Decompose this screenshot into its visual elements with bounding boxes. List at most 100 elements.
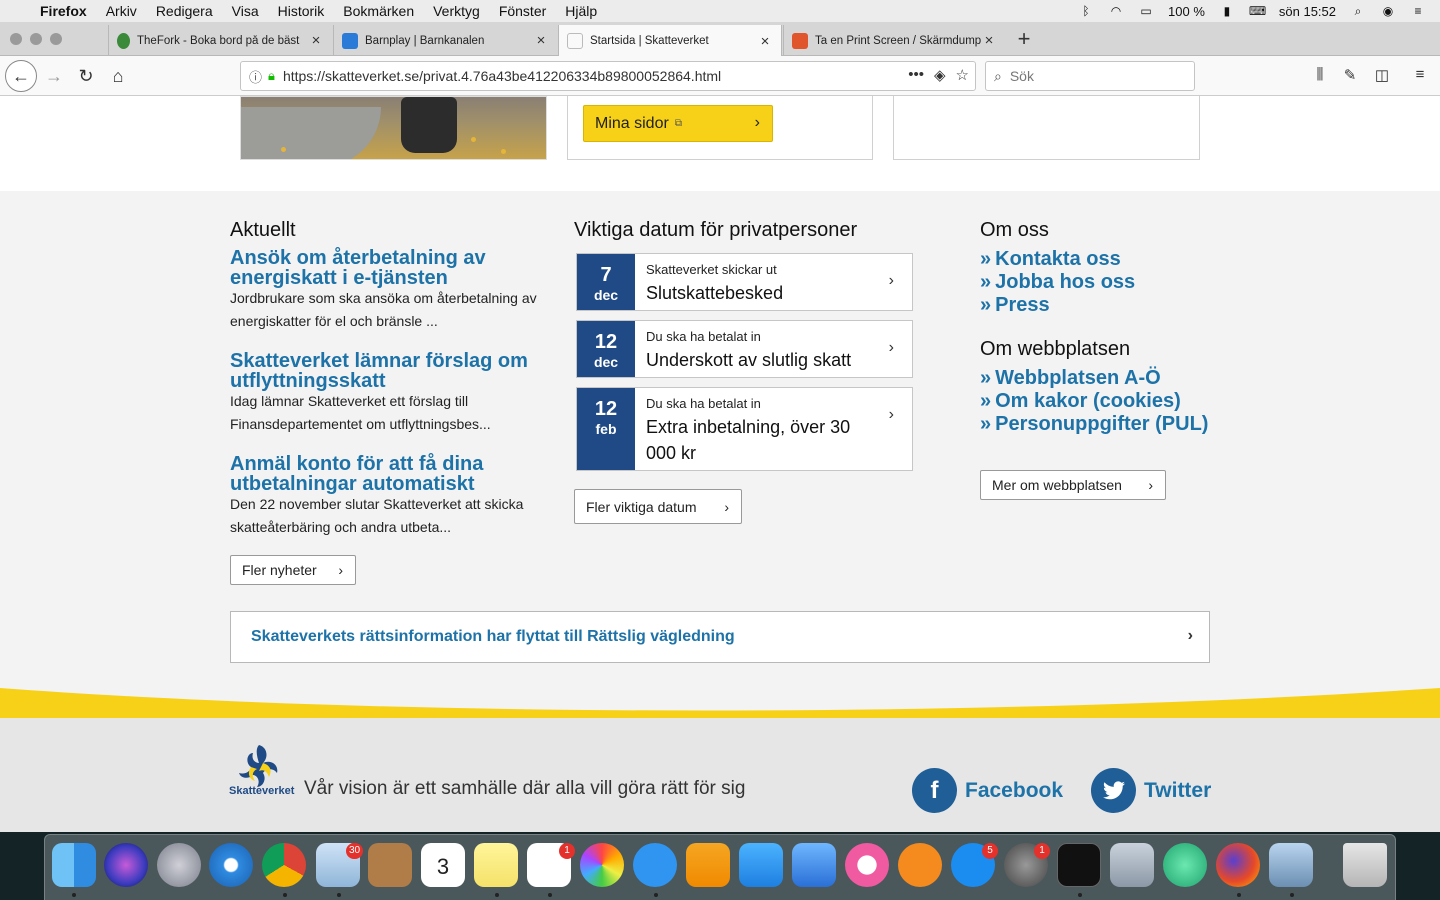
bookmark-star-icon[interactable]: ☆: [956, 66, 969, 84]
jobba-hos-oss-link[interactable]: » Jobba hos oss: [980, 271, 1135, 294]
facebook-link[interactable]: f Facebook: [912, 768, 1063, 813]
ibooks-icon[interactable]: [898, 843, 942, 887]
date-main-text: Extra inbetalning, över 30 000 kr: [646, 417, 851, 463]
running-indicator: [495, 893, 499, 897]
hamburger-menu-icon[interactable]: ≡: [1410, 66, 1430, 83]
contacts-icon[interactable]: [368, 843, 412, 887]
keynote-icon[interactable]: [792, 843, 836, 887]
close-window-icon[interactable]: [10, 33, 22, 45]
news-title-link[interactable]: Ansök om återbetalning av energiskatt i …: [230, 248, 550, 288]
external-link-icon: ⧉: [674, 118, 682, 129]
date-badge: 12 dec: [577, 321, 635, 377]
photos-icon[interactable]: [580, 843, 624, 887]
fler-viktiga-datum-button[interactable]: Fler viktiga datum ›: [574, 489, 742, 524]
press-link[interactable]: » Press: [980, 294, 1050, 317]
fler-nyheter-button[interactable]: Fler nyheter ›: [230, 555, 356, 585]
spotlight-icon[interactable]: ⌕: [1350, 4, 1366, 18]
link-label: Webbplatsen A-Ö: [995, 367, 1161, 389]
forward-arrow-icon[interactable]: →: [40, 62, 68, 90]
twitter-link[interactable]: Twitter: [1091, 768, 1211, 813]
photo-stroller: [401, 97, 457, 153]
eyedropper-icon[interactable]: ✎: [1340, 66, 1360, 84]
terminal-icon[interactable]: [1057, 843, 1101, 887]
tab-print-screen[interactable]: Ta en Print Screen / Skärmdump ×: [783, 25, 1005, 56]
url-text[interactable]: https://skatteverket.se/privat.4.76a43be…: [283, 68, 721, 84]
menu-redigera[interactable]: Redigera: [156, 3, 213, 19]
close-tab-icon[interactable]: ×: [981, 32, 997, 49]
reload-icon[interactable]: ↻: [72, 62, 100, 90]
numbers-icon[interactable]: [739, 843, 783, 887]
tab-thefork[interactable]: TheFork - Boka bord på de bäst ×: [108, 25, 332, 56]
page-actions-icon[interactable]: •••: [908, 66, 924, 84]
menubar-clock[interactable]: sön 15:52: [1279, 4, 1336, 19]
chevron-right-icon: ›: [1187, 627, 1193, 644]
om-kakor-link[interactable]: » Om kakor (cookies): [980, 390, 1181, 413]
menu-fonster[interactable]: Fönster: [499, 3, 546, 19]
pocket-icon[interactable]: ◈: [934, 66, 946, 84]
itunes-icon[interactable]: [845, 843, 889, 887]
menu-arkiv[interactable]: Arkiv: [106, 3, 137, 19]
chevron-right-icon: ›: [1148, 477, 1153, 493]
date-card[interactable]: 7 dec Skatteverket skickar ut Slutskatte…: [576, 253, 913, 311]
menu-bokmarken[interactable]: Bokmärken: [343, 3, 414, 19]
bluetooth-icon[interactable]: ᛒ: [1078, 4, 1094, 18]
personuppgifter-link[interactable]: » Personuppgifter (PUL): [980, 413, 1208, 436]
news-title-link[interactable]: Skatteverket lämnar förslag om utflyttni…: [230, 351, 550, 391]
menu-historik[interactable]: Historik: [278, 3, 325, 19]
finder-icon[interactable]: [52, 843, 96, 887]
close-tab-icon[interactable]: ×: [757, 33, 773, 50]
siri-dock-icon[interactable]: [104, 843, 148, 887]
calendar-icon[interactable]: 3: [421, 843, 465, 887]
firefox-dock-icon[interactable]: [1216, 843, 1260, 887]
library-icon[interactable]: ⫼: [1310, 66, 1330, 83]
notification-center-icon[interactable]: ≡: [1410, 4, 1426, 18]
url-bar[interactable]: ⓘ 🔒︎ https://skatteverket.se/privat.4.76…: [240, 61, 976, 91]
safari-icon[interactable]: [209, 843, 253, 887]
atom-icon[interactable]: [1163, 843, 1207, 887]
wifi-icon[interactable]: ◠: [1108, 4, 1124, 18]
search-placeholder: Sök: [1009, 68, 1034, 84]
search-input[interactable]: ⌕ Sök: [985, 61, 1195, 91]
site-info-icon[interactable]: ⓘ: [249, 67, 262, 86]
chrome-icon[interactable]: [262, 843, 306, 887]
date-card[interactable]: 12 feb Du ska ha betalat in Extra inbeta…: [576, 387, 913, 471]
siri-icon[interactable]: ◉: [1380, 4, 1396, 18]
date-card[interactable]: 12 dec Du ska ha betalat in Underskott a…: [576, 320, 913, 378]
zoom-window-icon[interactable]: [50, 33, 62, 45]
webbplatsen-a-o-link[interactable]: » Webbplatsen A-Ö: [980, 367, 1161, 390]
calendar-day: 3: [436, 854, 450, 879]
preview-icon[interactable]: [1269, 843, 1313, 887]
battery-icon[interactable]: ▮: [1219, 4, 1235, 18]
date-pretext: Skatteverket skickar ut: [646, 262, 777, 277]
secure-lock-icon[interactable]: 🔒︎: [268, 68, 275, 84]
pages-icon[interactable]: [686, 843, 730, 887]
photo-leaf: [281, 147, 286, 152]
utilities-icon[interactable]: [1110, 843, 1154, 887]
launchpad-icon[interactable]: [157, 843, 201, 887]
web-page: Mina sidor ⧉ › Aktuellt Ansök om återbet…: [0, 96, 1440, 832]
mer-om-webbplatsen-button[interactable]: Mer om webbplatsen ›: [980, 470, 1166, 500]
menu-visa[interactable]: Visa: [232, 3, 259, 19]
menu-verktyg[interactable]: Verktyg: [433, 3, 480, 19]
tab-barnplay[interactable]: Barnplay | Barnkanalen ×: [333, 25, 557, 56]
date-pretext: Du ska ha betalat in: [646, 396, 761, 411]
kontakta-oss-link[interactable]: » Kontakta oss: [980, 248, 1121, 271]
menu-app-firefox[interactable]: Firefox: [40, 3, 87, 19]
tab-skatteverket[interactable]: Startsida | Skatteverket ×: [558, 25, 782, 57]
new-tab-plus-icon[interactable]: +: [1014, 26, 1034, 52]
sidebar-icon[interactable]: ◫: [1372, 66, 1392, 84]
trash-icon[interactable]: [1343, 843, 1387, 887]
close-tab-icon[interactable]: ×: [308, 32, 324, 49]
notes-icon[interactable]: [474, 843, 518, 887]
messages-icon[interactable]: [633, 843, 677, 887]
menu-hjalp[interactable]: Hjälp: [565, 3, 597, 19]
rattsinformation-notice-link[interactable]: Skatteverkets rättsinformation har flytt…: [230, 611, 1210, 663]
minimize-window-icon[interactable]: [30, 33, 42, 45]
news-title-link[interactable]: Anmäl konto för att få dina utbetalninga…: [230, 454, 550, 494]
mina-sidor-button[interactable]: Mina sidor ⧉ ›: [583, 105, 773, 142]
home-icon[interactable]: ⌂: [104, 62, 132, 90]
close-tab-icon[interactable]: ×: [533, 32, 549, 49]
back-arrow-icon[interactable]: ←: [5, 60, 37, 92]
airplay-icon[interactable]: ▭: [1138, 4, 1154, 18]
input-source-icon[interactable]: ⌨: [1249, 4, 1266, 18]
